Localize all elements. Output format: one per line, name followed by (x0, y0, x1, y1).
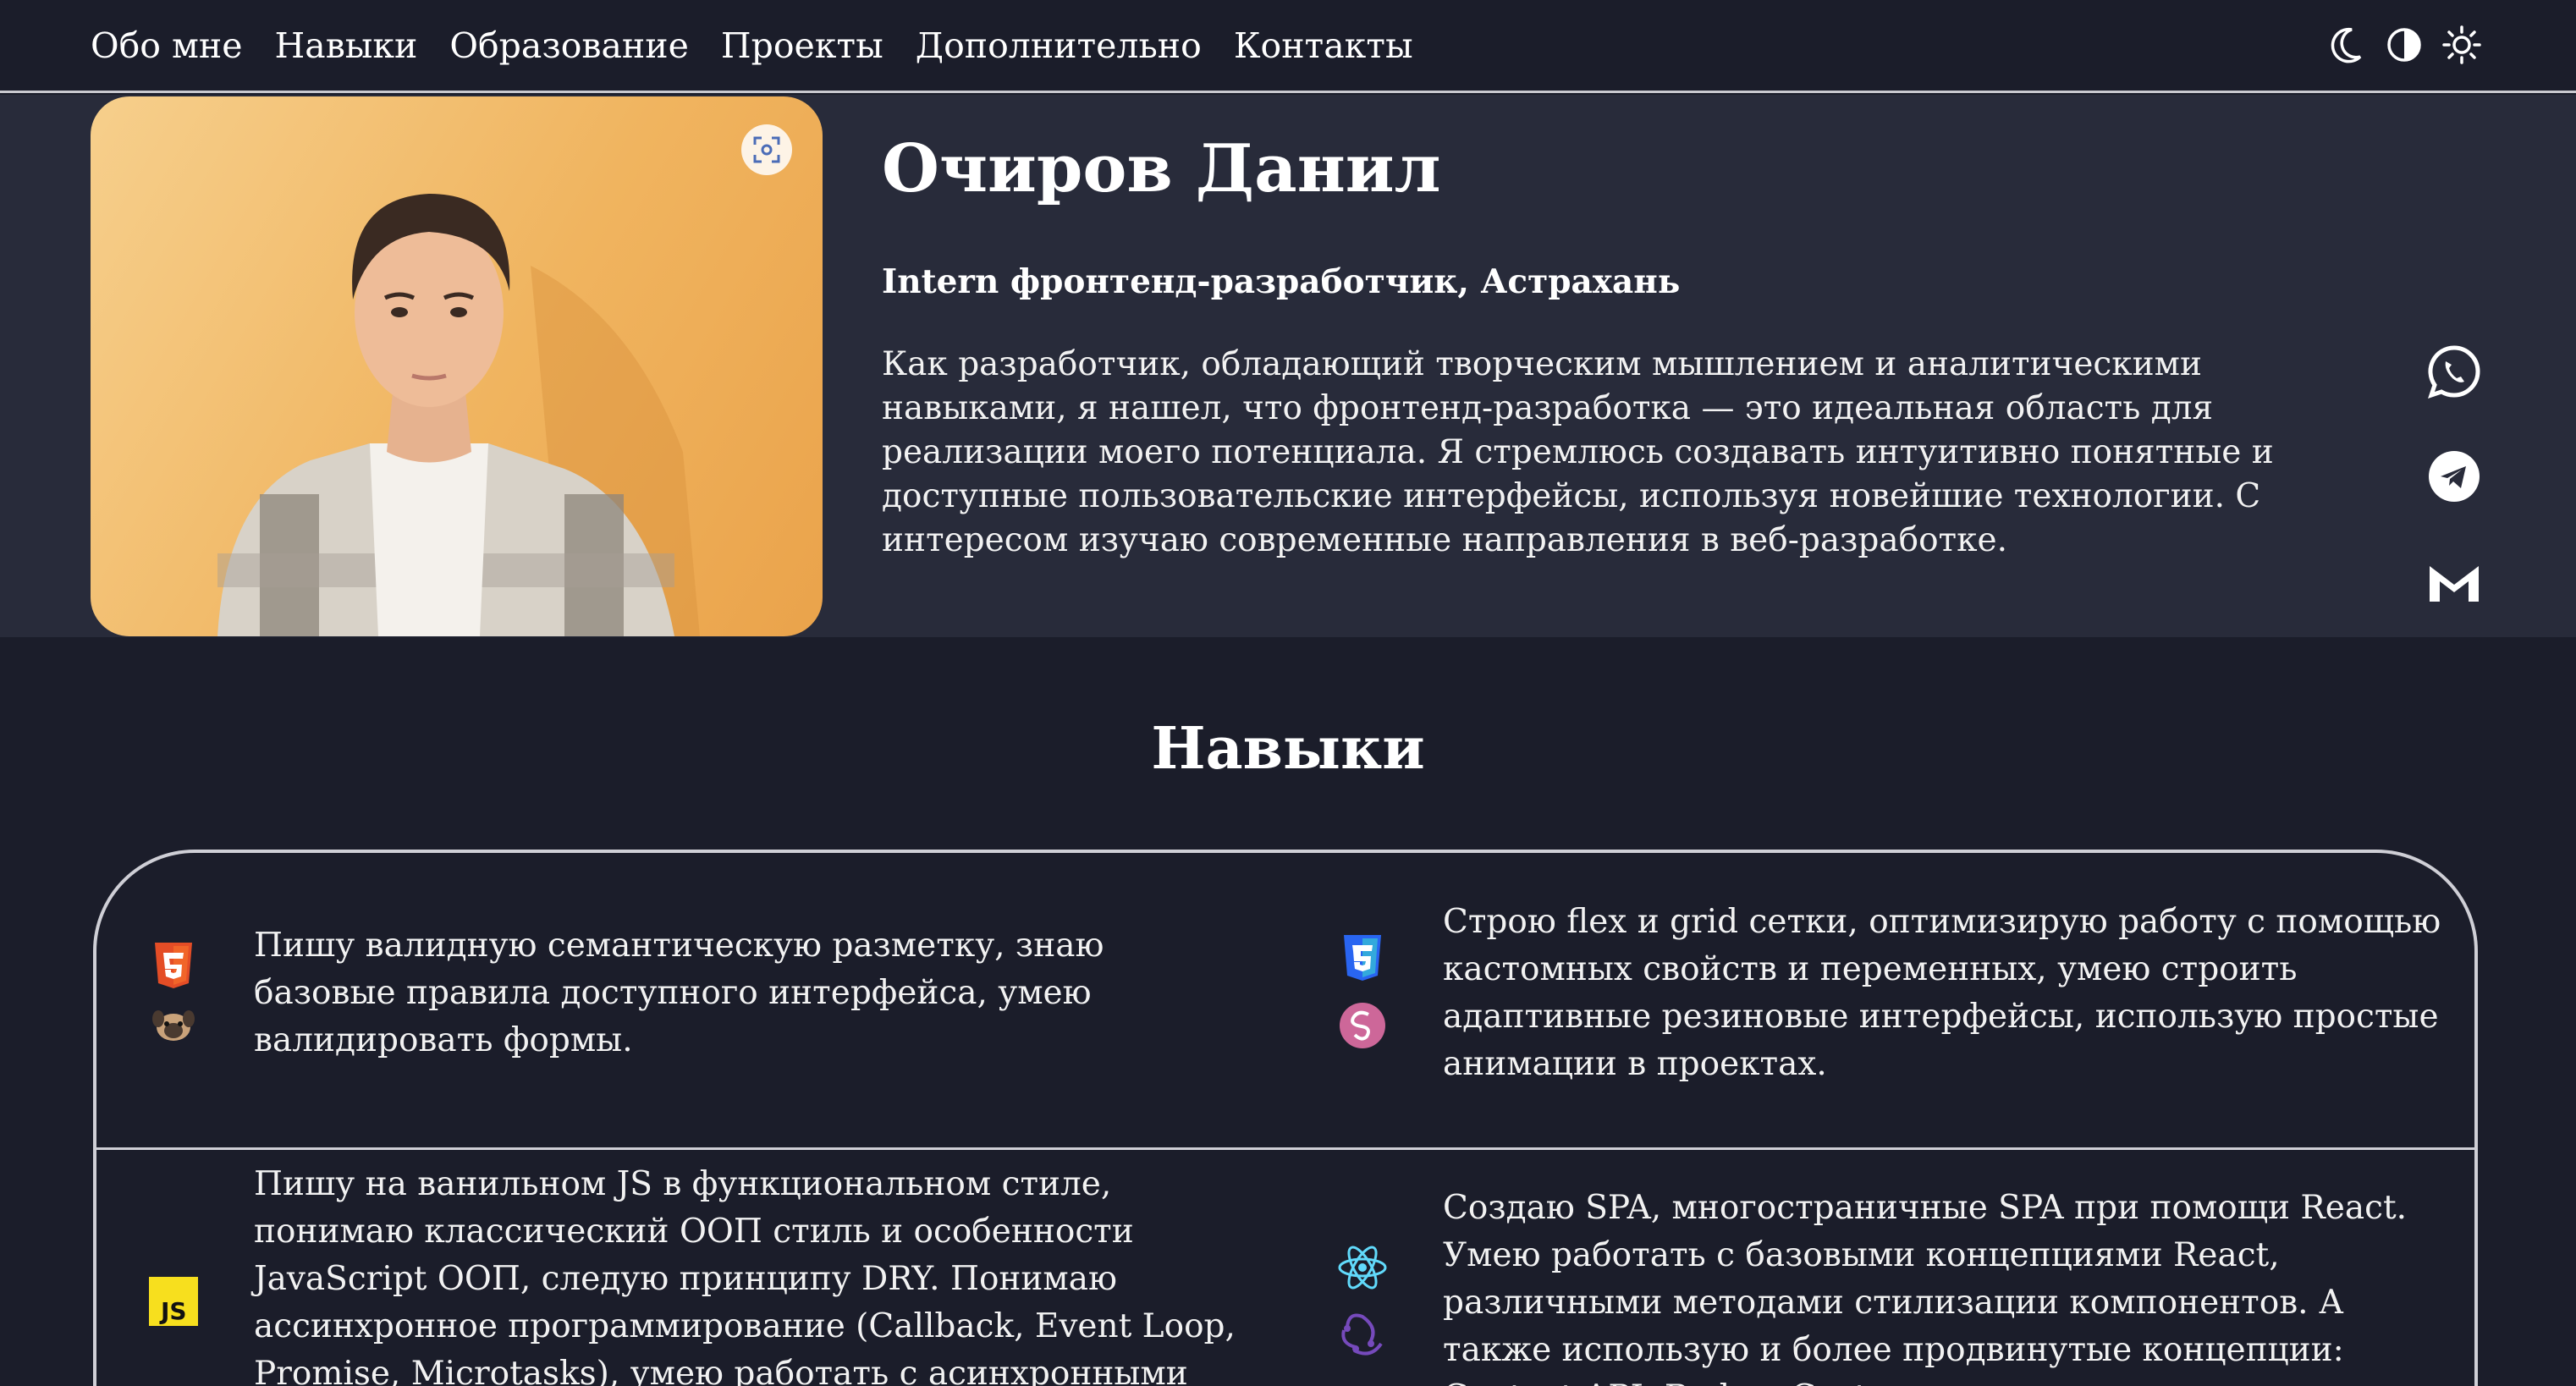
css3-icon (1340, 933, 1384, 986)
skill-react-text: Создаю SPA, многостраничные SPA при помо… (1443, 1189, 2408, 1386)
gmail-icon[interactable] (2425, 553, 2483, 610)
whatsapp-icon[interactable] (2425, 343, 2483, 400)
nav-links: Обо мне Навыки Образование Проекты Допол… (91, 22, 1413, 69)
profile-name: Очиров Данил (882, 130, 1441, 207)
skills-divider (93, 1147, 2478, 1150)
skill-css-text: Строю flex и grid сетки, оптимизирую раб… (1443, 903, 2441, 1083)
social-links (2425, 343, 2483, 610)
skills-title: Навыки (1151, 715, 1425, 783)
nav-link-education[interactable]: Образование (449, 22, 688, 69)
skill-react: Создаю SPA, многостраничные SPA при помо… (1324, 1185, 2441, 1386)
nav-link-contacts[interactable]: Контакты (1234, 22, 1413, 69)
pug-icon (151, 1009, 195, 1046)
telegram-icon[interactable] (2425, 448, 2483, 505)
skill-html: Пишу валидную семантическую разметку, зн… (135, 922, 1236, 1064)
javascript-icon: JS (149, 1277, 198, 1329)
theme-toggles (2327, 24, 2481, 66)
nav-link-skills[interactable]: Навыки (275, 22, 418, 69)
scan-icon[interactable] (741, 124, 792, 175)
profile-description: Как разработчик, обладающий творческим м… (882, 345, 2274, 559)
sass-icon (1338, 1001, 1387, 1053)
profile-photo (91, 96, 823, 636)
nav-link-projects[interactable]: Проекты (721, 22, 883, 69)
top-navigation: Обо мне Навыки Образование Проекты Допол… (0, 0, 2576, 93)
nav-link-additional[interactable]: Дополнительно (916, 22, 1202, 69)
portrait-illustration (217, 194, 700, 636)
nav-link-about[interactable]: Обо мне (91, 22, 243, 69)
moon-icon[interactable] (2327, 24, 2366, 66)
profile-role: Intern фронтенд-разработчик, Астрахань (882, 262, 1681, 301)
skill-html-text: Пишу валидную семантическую разметку, зн… (254, 927, 1104, 1059)
html5-icon (151, 941, 195, 993)
half-circle-icon[interactable] (2385, 24, 2424, 66)
skill-javascript: JS Пишу на ванильном JS в функциональном… (135, 1161, 1236, 1386)
svg-text:JS: JS (159, 1297, 187, 1325)
skill-javascript-text: Пишу на ванильном JS в функциональном ст… (254, 1165, 1236, 1386)
redux-icon (1337, 1310, 1388, 1362)
react-icon (1336, 1244, 1389, 1295)
skill-css: Строю flex и grid сетки, оптимизирую раб… (1324, 899, 2441, 1088)
sun-icon[interactable] (2442, 24, 2481, 66)
